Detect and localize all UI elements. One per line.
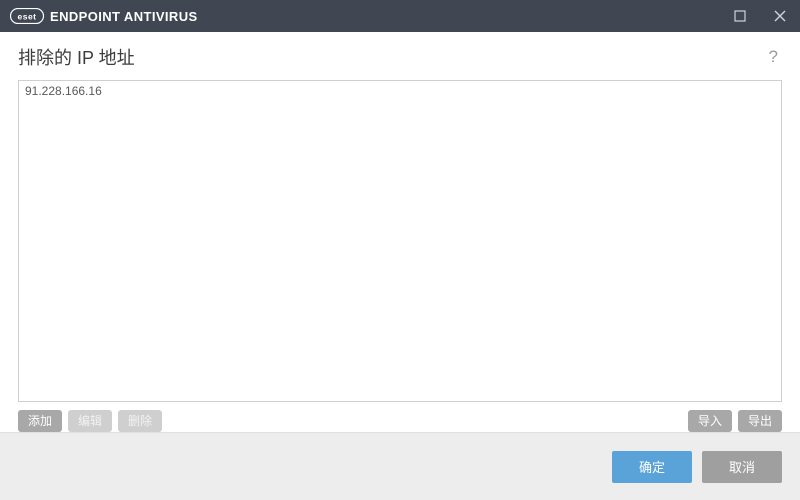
- ok-button[interactable]: 确定: [612, 451, 692, 483]
- minimize-button[interactable]: [720, 0, 760, 32]
- export-button[interactable]: 导出: [738, 410, 782, 432]
- edit-button: 编辑: [68, 410, 112, 432]
- import-button[interactable]: 导入: [688, 410, 732, 432]
- svg-text:eset: eset: [17, 12, 36, 22]
- titlebar: eset ENDPOINT ANTIVIRUS: [0, 0, 800, 32]
- heading-row: 排除的 IP 地址 ?: [18, 44, 782, 70]
- ip-list[interactable]: 91.228.166.16: [18, 80, 782, 402]
- dialog-body: 排除的 IP 地址 ? 91.228.166.16 添加 编辑 删除 导入 导出: [0, 32, 800, 432]
- list-actions-row: 添加 编辑 删除 导入 导出: [18, 410, 782, 432]
- brand-logo-icon: eset: [10, 8, 44, 24]
- delete-button: 删除: [118, 410, 162, 432]
- cancel-button[interactable]: 取消: [702, 451, 782, 483]
- app-title: ENDPOINT ANTIVIRUS: [50, 9, 198, 24]
- close-button[interactable]: [760, 0, 800, 32]
- add-button[interactable]: 添加: [18, 410, 62, 432]
- page-title: 排除的 IP 地址: [18, 44, 135, 70]
- list-item[interactable]: 91.228.166.16: [19, 81, 781, 101]
- dialog-footer: 确定 取消: [0, 432, 800, 500]
- help-icon[interactable]: ?: [765, 47, 782, 67]
